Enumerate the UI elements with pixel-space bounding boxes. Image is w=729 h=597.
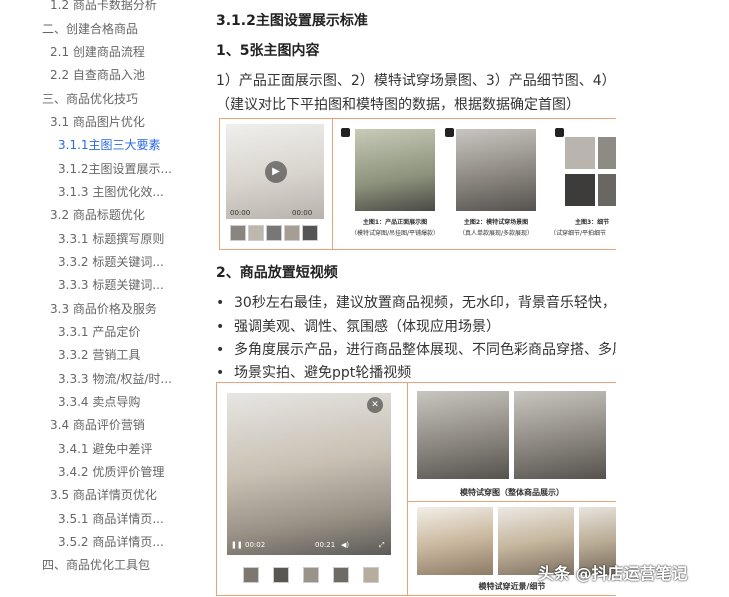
caption-subtitle: （模特试穿图/吊挂图/平铺爆款） [350,230,440,237]
caption-subtitle: （真人单款展现/多款展现） [458,230,534,237]
toc-item[interactable]: 3.3.2 营销工具 [58,348,140,362]
caption-subtitle: （试穿细节/平拍细节 [550,230,607,237]
caption-title: 主图3：细节 [575,219,610,226]
divider [407,501,616,502]
fullscreen-icon[interactable]: ⤢ [379,541,385,550]
thumbnail[interactable] [243,567,259,583]
thumbnail[interactable] [284,225,300,241]
paragraph: （建议对比下平拍图和模特图的数据，根据数据确定首图） [216,97,580,113]
toc-item[interactable]: 3.4 商品评价营销 [50,418,145,432]
toc-item[interactable]: 3.5.1 商品详情页... [58,512,164,526]
logo-badge [555,128,564,137]
logo-badge [445,128,454,137]
divider [332,119,333,249]
toc-item[interactable]: 3.2 商品标题优化 [50,208,145,222]
toc-item[interactable]: 3.3.4 卖点导购 [58,395,140,409]
thumbnail[interactable] [302,225,318,241]
article-content: 3.1.2主图设置展示标准 1、5张主图内容 1）产品正面展示图、2）模特试穿场… [216,0,616,597]
product-front-photo [355,129,435,211]
toc-item-active[interactable]: 3.1.1主图三大要素 [58,138,161,152]
thumbnail[interactable] [266,225,282,241]
paragraph: 1）产品正面展示图、2）模特试穿场景图、3）产品细节图、4）产品 [216,73,616,89]
model-closeup-photo [417,507,493,575]
pause-icon[interactable]: ❚❚ [231,541,243,549]
caption-title: 模特试穿图（整体商品展示） [460,488,564,497]
model-full-photo [417,391,509,479]
section-title: 3.1.2主图设置展示标准 [216,13,368,29]
main-image-examples: ▶ 00:00 00:00 主图1：产品正面展示图 （模特试穿图/吊挂图/平铺爆… [219,118,616,250]
logo-badge [341,128,350,137]
toc-item[interactable]: 3.4.2 优质评价管理 [58,465,164,479]
toc-item[interactable]: 2.2 自查商品入池 [50,68,145,82]
thumbnail[interactable] [230,225,246,241]
toc-item[interactable]: 三、商品优化技巧 [42,92,138,106]
detail-photo [598,137,616,169]
detail-photo [565,137,595,169]
toc-item[interactable]: 3.5.2 商品详情页... [58,535,164,549]
model-scene-photo [456,129,536,211]
toc-item[interactable]: 3.1.3 主图优化效... [58,185,164,199]
thumbnail[interactable] [363,567,379,583]
toc-item[interactable]: 3.4.1 避免中差评 [58,442,152,456]
toc-item[interactable]: 3.5 商品详情页优化 [50,488,157,502]
toc-item[interactable]: 3.3 商品价格及服务 [50,302,157,316]
toc-item[interactable]: 3.1.2主图设置展示... [58,162,172,176]
detail-photo [598,174,616,206]
volume-icon[interactable]: ◀) [341,541,349,549]
video-time-left: 00:00 [230,209,251,217]
toc-sidebar: 1.2 商品卡数据分析 二、创建合格商品 2.1 创建商品流程 2.2 自查商品… [0,0,200,597]
subsection-title: 1、5张主图内容 [216,43,320,59]
thumbnail[interactable] [248,225,264,241]
thumbnail[interactable] [303,567,319,583]
video-frame[interactable] [227,393,391,555]
video-time-current: 00:02 [245,541,266,549]
toc-item[interactable]: 1.2 商品卡数据分析 [50,0,157,12]
bullet-item: 多角度展示产品，进行商品整体展现、不同色彩商品穿搭、多风格 [216,339,616,359]
toc-item[interactable]: 3.3.1 标题撰写原则 [58,232,164,246]
video-time-right: 00:00 [292,209,313,217]
toc-item[interactable]: 3.3.3 物流/权益/时... [58,372,172,386]
play-icon[interactable]: ▶ [265,161,287,183]
toc-item[interactable]: 3.3.1 产品定价 [58,325,140,339]
toc-item[interactable]: 二、创建合格商品 [42,22,138,36]
bullet-item: 场景实拍、避免ppt轮播视频 [216,362,411,382]
close-icon[interactable]: ✕ [367,397,383,413]
detail-photo [565,174,595,206]
toc-item[interactable]: 2.1 创建商品流程 [50,45,145,59]
toc-item[interactable]: 3.3.2 标题关键词... [58,255,164,269]
subsection-title: 2、商品放置短视频 [216,265,338,281]
caption-title: 主图2：模特试穿场景图 [463,219,529,226]
caption-title: 主图1：产品正面展示图 [362,219,428,226]
bullet-item: 强调美观、调性、氛围感（体现应用场景） [216,316,500,336]
toc-item[interactable]: 3.1 商品图片优化 [50,115,145,129]
thumbnail[interactable] [333,567,349,583]
divider [407,383,408,595]
bullet-item: 30秒左右最佳，建议放置商品视频，无水印，背景音乐轻快，视频 [216,292,616,312]
video-time-total: 00:21 [315,541,336,549]
toc-item[interactable]: 四、商品优化工具包 [42,558,150,572]
toc-item[interactable]: 3.3.3 标题关键词... [58,278,164,292]
watermark: 头条 @抖店运营笔记 [538,564,688,583]
thumbnail[interactable] [273,567,289,583]
model-full-photo [514,391,606,479]
